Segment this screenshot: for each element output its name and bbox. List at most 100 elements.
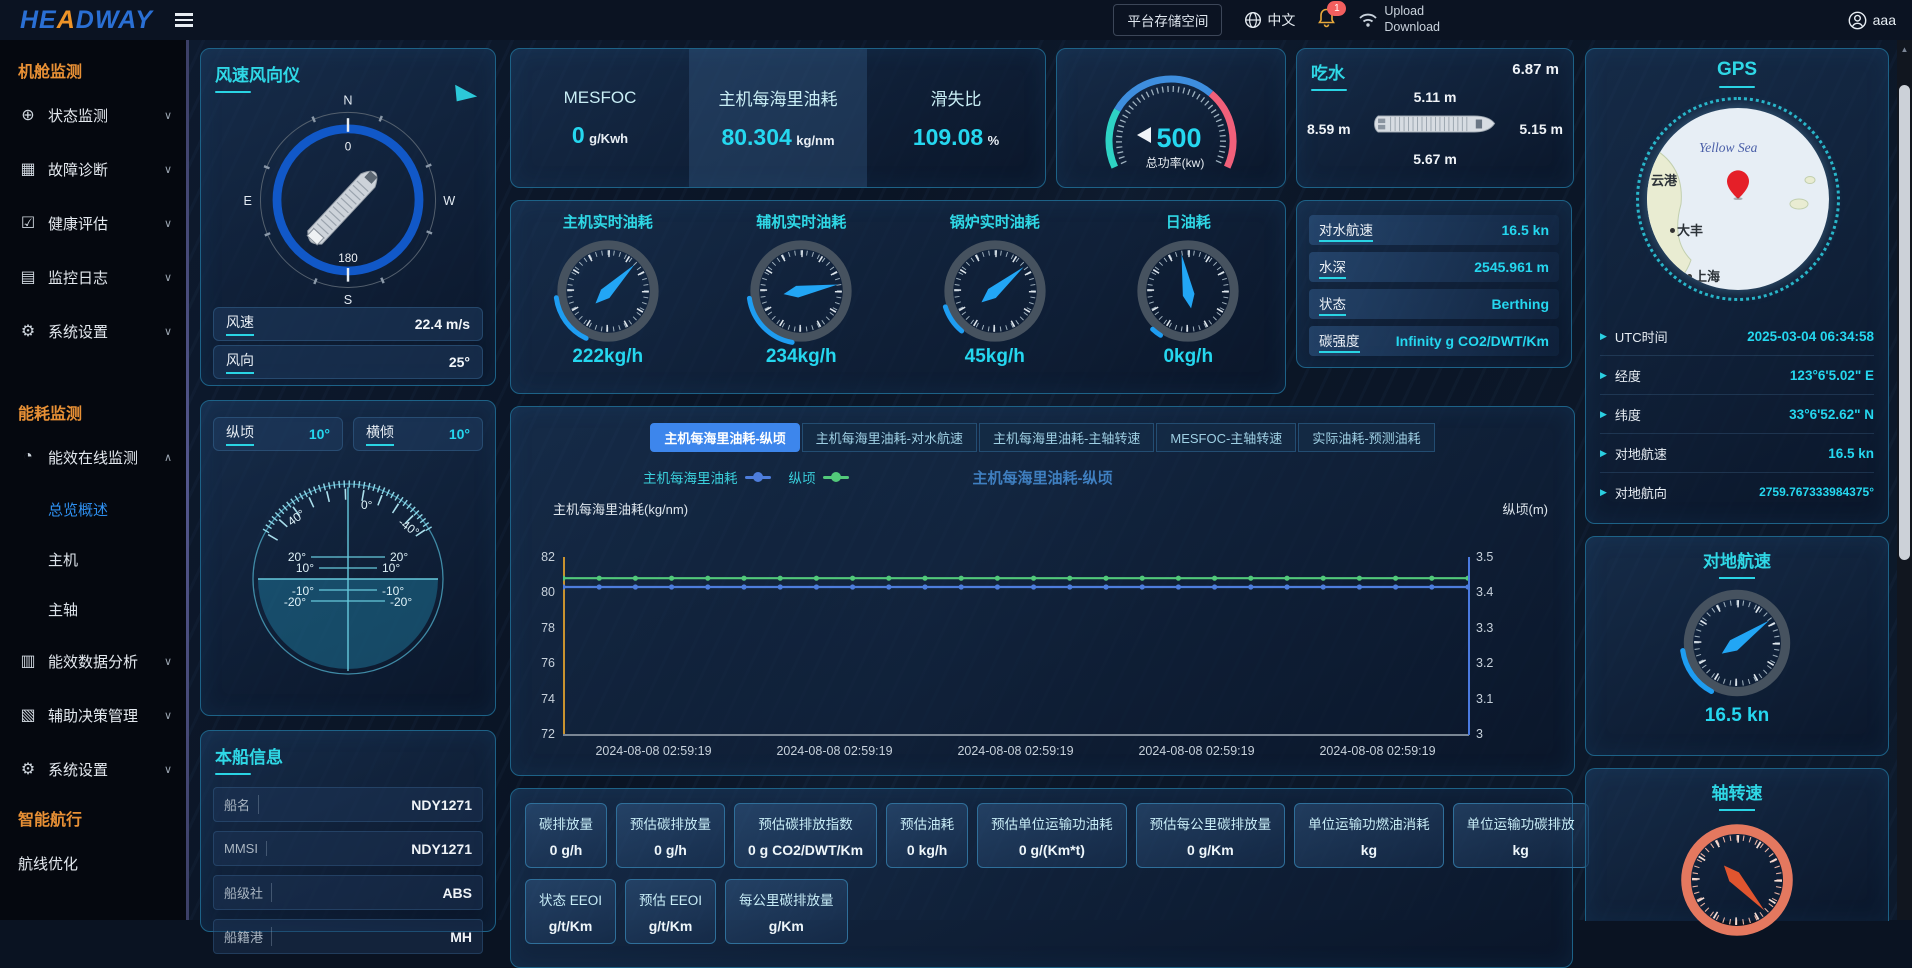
- per-km-carbon-chip: 每公里碳排放量g/Km: [725, 879, 848, 944]
- logo-text: HE: [20, 6, 57, 34]
- title-underline: [1719, 86, 1755, 88]
- clipboard-icon: ▦: [18, 159, 38, 179]
- chip-label: 预估油耗: [900, 813, 954, 833]
- log-file-icon: ▤: [18, 267, 38, 287]
- gps-map[interactable]: Yellow Sea 云港 大丰 京 上海: [1636, 97, 1840, 301]
- mesfoc-strip-panel: MESFOC 0 g/Kwh 主机每海里油耗 80.304 kg/nm 滑失比 …: [510, 48, 1046, 188]
- compass-w-label: W: [443, 194, 455, 208]
- panel-title: 对地航速: [1586, 547, 1888, 572]
- draft-left-value: 8.59 m: [1307, 121, 1351, 137]
- triangle-right-icon: ▶: [1600, 370, 1607, 381]
- sidebar-subitem-overview[interactable]: 总览概述: [0, 484, 186, 534]
- gauge-needle: [783, 279, 839, 300]
- legend-item-fuel[interactable]: 主机每海里油耗: [643, 467, 771, 487]
- triangle-right-icon: ▶: [1600, 331, 1607, 342]
- menu-collapse-icon[interactable]: [175, 13, 193, 27]
- wind-speed-label: 风速: [226, 312, 254, 336]
- chart-tabs: 主机每海里油耗-纵顷 主机每海里油耗-对水航速 主机每海里油耗-主轴转速 MES…: [511, 423, 1574, 452]
- sidebar-divider: [186, 40, 189, 920]
- chevron-down-icon: ∨: [164, 109, 172, 122]
- gauge-title: 日油耗: [1166, 211, 1211, 232]
- sidebar-item-system-settings[interactable]: ⚙ 系统设置 ∨: [0, 304, 186, 358]
- draft-right-value: 5.15 m: [1519, 121, 1563, 137]
- voyage-info-panel: 对水航速 16.5 kn 水深 2545.961 m 状态 Berthing 碳…: [1296, 200, 1572, 368]
- chip-value: 0 g/(Km*t): [1019, 842, 1085, 858]
- sidebar-item-label: 能效数据分析: [48, 651, 138, 672]
- metric-value: 109.08: [913, 124, 983, 150]
- sidebar-item-system-settings-2[interactable]: ⚙ 系统设置 ∨: [0, 742, 186, 796]
- gauge-value: 222kg/h: [572, 346, 643, 368]
- emissions-metrics-panel: 碳排放量0 g/h 预估碳排放量0 g/h 预估碳排放指数0 g CO2/DWT…: [510, 788, 1573, 968]
- user-menu[interactable]: aaa: [1848, 0, 1896, 40]
- title-underline: [1719, 809, 1755, 811]
- speed-over-ground-panel: 对地航速 16.5 kn: [1585, 536, 1889, 756]
- right-axis-line: [1468, 557, 1470, 735]
- tab-actual-predicted-fuel[interactable]: 实际油耗-预测油耗: [1298, 423, 1434, 452]
- panel-title: GPS: [1586, 59, 1888, 81]
- row-value: 2759.767333984375°: [1759, 485, 1874, 499]
- top-header: HEADWAY 平台存储空间 中文 1 UploadDownload aaa: [0, 0, 1912, 40]
- legend-item-trim[interactable]: 纵顷: [789, 467, 849, 487]
- language-selector[interactable]: 中文: [1244, 10, 1295, 30]
- document-icon: ▧: [18, 705, 38, 725]
- sidebar-section-smart-navigation: 智能航行: [0, 796, 186, 836]
- dashboard-root: HEADWAY 平台存储空间 中文 1 UploadDownload aaa 机…: [0, 0, 1912, 920]
- gauge-dial: [936, 232, 1054, 350]
- sidebar-item-fault-diagnosis[interactable]: ▦ 故障诊断 ∨: [0, 142, 186, 196]
- sidebar-item-label: 系统设置: [48, 759, 108, 780]
- x-tick-label: 2024-08-08 02:59:19: [595, 744, 711, 758]
- sidebar-item-status-monitoring[interactable]: ⊕ 状态监测 ∨: [0, 88, 186, 142]
- sidebar-subitem-main-engine[interactable]: 主机: [0, 534, 186, 584]
- chip-label: 预估碳排放量: [630, 813, 711, 833]
- map-circle: Yellow Sea 云港 大丰 京 上海: [1647, 108, 1829, 290]
- gauge-needle: [1137, 127, 1151, 143]
- chart-plot: [563, 557, 1468, 734]
- tab-fuel-trim[interactable]: 主机每海里油耗-纵顷: [650, 423, 799, 452]
- chip-value: 0 g CO2/DWT/Km: [748, 842, 863, 858]
- tick-label: 3.2: [1476, 656, 1493, 670]
- sidebar-section-energy: 能耗监测: [0, 358, 186, 430]
- x-tick-label: 2024-08-08 02:59:19: [1319, 744, 1435, 758]
- gauge-title: 锅炉实时油耗: [950, 211, 1040, 232]
- metric-label: 滑失比: [931, 85, 982, 110]
- sidebar-item-label: 故障诊断: [48, 159, 108, 180]
- row-label: 船籍港: [224, 927, 272, 946]
- sidebar-item-health-evaluation[interactable]: ☑ 健康评估 ∨: [0, 196, 186, 250]
- tab-mesfoc-shaft-speed[interactable]: MESFOC-主轴转速: [1156, 423, 1296, 452]
- status-badge: Berthing: [1491, 296, 1549, 312]
- heel-value: 10°: [449, 426, 470, 442]
- right-axis-ticks: 3.5 3.4 3.3 3.2 3.1 3: [1476, 550, 1516, 741]
- gps-rows: ▶ UTC时间 2025-03-04 06:34:58 ▶ 经度 123°6'5…: [1586, 317, 1888, 511]
- slip-ratio-cell: 滑失比 109.08 %: [867, 49, 1045, 187]
- scale-neg20-left: -20°: [284, 595, 306, 609]
- sidebar-subitem-main-shaft[interactable]: 主轴: [0, 584, 186, 634]
- sidebar-item-label: 状态监测: [48, 105, 108, 126]
- notifications-button[interactable]: 1: [1317, 8, 1336, 33]
- est-carbon-emission-chip: 预估碳排放量0 g/h: [616, 803, 725, 868]
- wind-direction-row: 风向 25°: [213, 345, 483, 379]
- scroll-up-icon[interactable]: ▲: [1897, 40, 1912, 54]
- platform-storage-button[interactable]: 平台存储空间: [1113, 4, 1222, 36]
- tab-fuel-water-speed[interactable]: 主机每海里油耗-对水航速: [802, 423, 977, 452]
- page-scrollbar[interactable]: ▲: [1897, 40, 1912, 920]
- sidebar-item-decision-support[interactable]: ▧ 辅助决策管理 ∨: [0, 688, 186, 742]
- inclinometer-gauge: 40° 0° -40° 20° 20° 10° 10° -10° -10° -2…: [233, 457, 463, 695]
- upload-download-button[interactable]: UploadDownload: [1358, 4, 1440, 35]
- tab-fuel-shaft-speed[interactable]: 主机每海里油耗-主轴转速: [979, 423, 1154, 452]
- sidebar-item-label: 辅助决策管理: [48, 705, 138, 726]
- sidebar-item-energy-online-monitoring[interactable]: ◔ 能效在线监测 ∧: [0, 430, 186, 484]
- row-value: 2545.961 m: [1474, 259, 1549, 275]
- chip-label: 预估每公里碳排放量: [1150, 813, 1272, 833]
- gps-panel: GPS Yellow Sea 云港 大丰 京 上海: [1585, 48, 1889, 524]
- x-tick-label: 2024-08-08 02:59:19: [1138, 744, 1254, 758]
- chip-value: g/t/Km: [649, 918, 693, 934]
- sidebar-item-energy-data-analysis[interactable]: ▥ 能效数据分析 ∨: [0, 634, 186, 688]
- gauge-value: 45kg/h: [965, 346, 1025, 368]
- logo-text: DWAY: [76, 6, 153, 34]
- sidebar-item-monitor-logs[interactable]: ▤ 监控日志 ∨: [0, 250, 186, 304]
- sidebar-item-route-optimization[interactable]: 航线优化: [0, 836, 186, 890]
- gauge-value: 0kg/h: [1163, 346, 1213, 368]
- status-eeoi-chip: 状态 EEOIg/t/Km: [525, 879, 616, 944]
- scrollbar-thumb[interactable]: [1899, 85, 1910, 560]
- metric-value: 0: [572, 122, 585, 148]
